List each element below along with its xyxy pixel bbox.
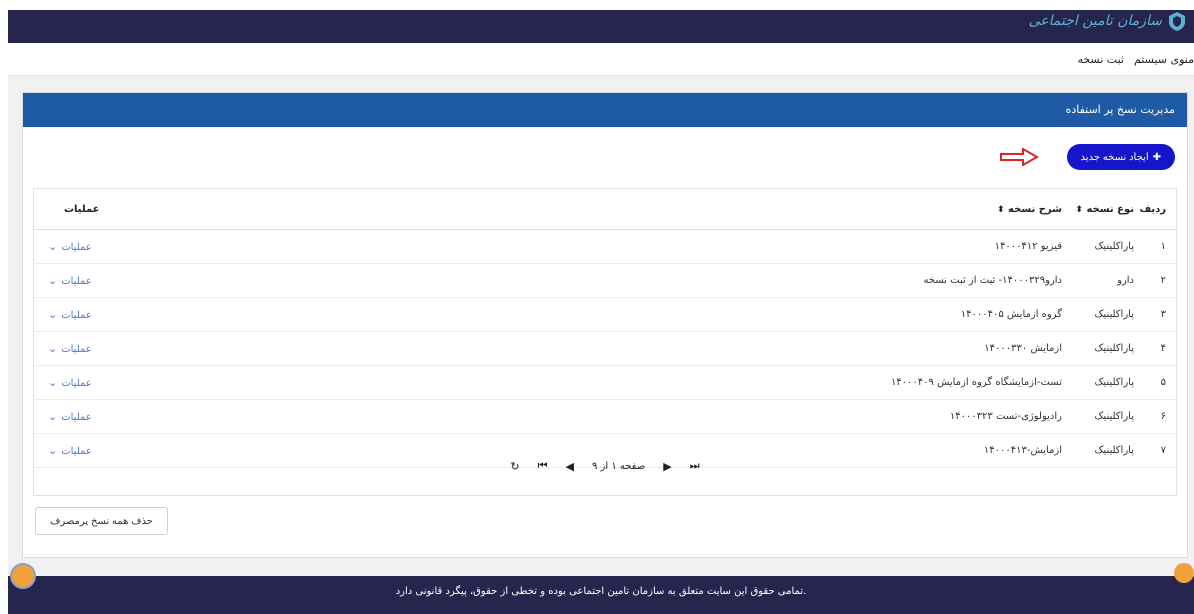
cell-desc: گروه ازمایش ۱۴۰۰۰۴۰۵ [501, 297, 1063, 332]
cell-index: ۶ [1135, 399, 1176, 434]
table-row: ۵ پاراکلینیک تست-ازمایشگاه گروه ازمایش ۱… [34, 365, 1176, 400]
table-row: ۳ پاراکلینیک گروه ازمایش ۱۴۰۰۰۴۰۵ عملیات… [34, 297, 1176, 332]
chevron-down-icon: ⌄ [48, 308, 58, 321]
new-prescription-label: ایجاد نسخه جدید [1080, 151, 1149, 163]
ops-dropdown[interactable]: عملیات⌄ [34, 229, 501, 264]
cell-type: پاراکلینیک [1063, 365, 1135, 400]
menu-item-register[interactable]: ثبت نسخه [1077, 53, 1124, 66]
chevron-down-icon: ⌄ [48, 342, 58, 355]
ops-dropdown[interactable]: عملیات⌄ [34, 365, 501, 400]
menu-item-system[interactable]: منوی سیستم [1134, 53, 1194, 66]
ops-dropdown[interactable]: عملیات⌄ [34, 331, 501, 366]
cell-desc: رادیولوژی-تست ۱۴۰۰۰۳۲۳ [501, 399, 1063, 434]
table-row: ۱ پاراکلینیک فیزیو ۱۴۰۰۰۴۱۲ عملیات⌄ [34, 229, 1176, 264]
cell-type: دارو [1063, 263, 1135, 298]
cell-desc: ازمایش ۱۴۰۰۰۳۳۰ [501, 331, 1063, 366]
chevron-down-icon: ⌄ [48, 410, 58, 423]
ops-label: عملیات [61, 242, 92, 253]
ops-label: عملیات [61, 344, 92, 355]
logo-text: سازمان تامین اجتماعی [1028, 13, 1162, 29]
ops-label: عملیات [61, 412, 92, 423]
logo[interactable]: سازمان تامین اجتماعی [1029, 10, 1188, 32]
main-panel: مدیریت نسخ پر استفاده ایجاد نسخه جدید ✚ … [22, 92, 1188, 558]
col-header-desc[interactable]: شرح نسخه ⬍ [501, 189, 1063, 230]
arrow-icon [1000, 148, 1039, 166]
table-row: ۶ پاراکلینیک رادیولوژی-تست ۱۴۰۰۰۳۲۳ عملی… [34, 399, 1176, 434]
logo-icon [1169, 12, 1185, 31]
table-row: ۲ دارو دارو۱۴۰۰۰۳۲۹- ثبت از ثبت نسخه عمل… [34, 263, 1176, 298]
ops-dropdown[interactable]: عملیات⌄ [34, 297, 501, 332]
delete-all-button[interactable]: حذف همه نسخ پرمصرف [35, 507, 168, 535]
menu-bar: منوی سیستم ثبت نسخه [8, 43, 1194, 76]
ops-label: عملیات [61, 276, 92, 287]
cell-index: ۱ [1135, 229, 1176, 264]
col-header-index: ردیف [1135, 189, 1176, 230]
ops-label: عملیات [61, 310, 92, 321]
cell-type: پاراکلینیک [1063, 229, 1135, 264]
sort-icon: ⬍ [997, 204, 1005, 215]
next-page-icon[interactable]: ▶ [663, 460, 671, 473]
chevron-down-icon: ⌄ [48, 240, 58, 253]
refresh-icon[interactable]: ↻ [510, 460, 519, 473]
col-header-ops: عملیات [34, 189, 501, 230]
pagination: ↻ ⏮ ◀ صفحه ۱ از ۹ ▶ ⏭ [34, 451, 1176, 481]
col-header-type[interactable]: نوع نسخه ⬍ [1063, 189, 1135, 230]
cell-desc: تست-ازمایشگاه گروه ازمایش ۱۴۰۰۰۴۰۹ [501, 365, 1063, 400]
sort-icon: ⬍ [1075, 204, 1083, 215]
footer-text: تمامی حقوق این سایت متعلق به سازمان تامی… [395, 586, 807, 597]
help-icon[interactable] [1174, 563, 1194, 583]
plus-icon: ✚ [1152, 151, 1161, 163]
ops-dropdown[interactable]: عملیات⌄ [34, 399, 501, 434]
prescriptions-table: ردیف نوع نسخه ⬍ شرح نسخه ⬍ عملیات ۱ پارا… [33, 188, 1177, 496]
ops-label: عملیات [61, 378, 92, 389]
chat-icon[interactable] [10, 563, 36, 589]
cell-type: پاراکلینیک [1063, 399, 1135, 434]
ops-dropdown[interactable]: عملیات⌄ [34, 263, 501, 298]
cell-type: پاراکلینیک [1063, 331, 1135, 366]
cell-desc: دارو۱۴۰۰۰۳۲۹- ثبت از ثبت نسخه [501, 263, 1063, 298]
cell-desc: فیزیو ۱۴۰۰۰۴۱۲ [501, 229, 1063, 264]
table-header-row: ردیف نوع نسخه ⬍ شرح نسخه ⬍ عملیات [34, 189, 1176, 230]
cell-index: ۲ [1135, 263, 1176, 298]
cell-index: ۵ [1135, 365, 1176, 400]
last-page-icon[interactable]: ⏭ [690, 459, 700, 473]
cell-type: پاراکلینیک [1063, 297, 1135, 332]
page-title: مدیریت نسخ پر استفاده [1065, 103, 1175, 116]
top-header: سازمان تامین اجتماعی [8, 10, 1194, 43]
prev-page-icon[interactable]: ◀ [566, 460, 574, 473]
page-info: صفحه ۱ از ۹ [591, 460, 646, 472]
cell-index: ۴ [1135, 331, 1176, 366]
cell-index: ۳ [1135, 297, 1176, 332]
panel-header: مدیریت نسخ پر استفاده [23, 93, 1187, 127]
first-page-icon[interactable]: ⏮ [538, 459, 548, 473]
chevron-down-icon: ⌄ [48, 274, 58, 287]
footer: تمامی حقوق این سایت متعلق به سازمان تامی… [8, 576, 1194, 614]
new-prescription-button[interactable]: ایجاد نسخه جدید ✚ [1066, 144, 1175, 170]
chevron-down-icon: ⌄ [48, 376, 58, 389]
table-row: ۴ پاراکلینیک ازمایش ۱۴۰۰۰۳۳۰ عملیات⌄ [34, 331, 1176, 366]
